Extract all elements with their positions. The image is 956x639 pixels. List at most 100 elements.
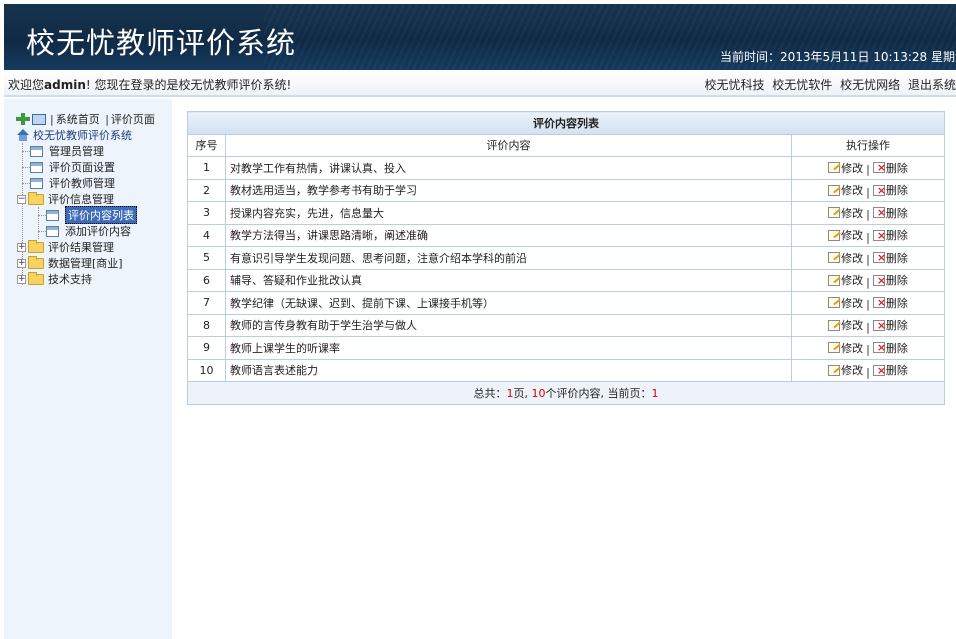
page-icon — [46, 225, 59, 237]
edit-button[interactable]: 修改 — [828, 250, 863, 266]
sidebar-link-eval-page[interactable]: 评价页面 — [111, 111, 155, 127]
sidebar-item-label: 评价内容列表 — [65, 206, 137, 224]
column-header-actions: 执行操作 — [790, 133, 946, 157]
table-row: 9教师上课学生的听课率修改|删除 — [187, 336, 946, 360]
home-icon — [16, 129, 30, 141]
row-content: 辅导、答疑和作业批改认真 — [225, 268, 792, 292]
sidebar: | 系统首页 | 评价页面 校无忧教师评价系统 管理员管理 评价页面设置 评价教… — [4, 99, 172, 639]
edit-icon — [828, 274, 841, 286]
sidebar-item-results[interactable]: + 评价结果管理 — [17, 239, 114, 255]
delete-icon — [872, 319, 886, 331]
sidebar-item-page-settings[interactable]: 评价页面设置 — [30, 159, 115, 175]
link-company[interactable]: 校无忧科技 — [704, 78, 764, 92]
delete-icon — [872, 274, 886, 286]
edit-button[interactable]: 修改 — [828, 362, 863, 378]
sidebar-link-home[interactable]: 系统首页 — [56, 111, 100, 127]
edit-icon — [828, 229, 841, 241]
edit-button[interactable]: 修改 — [828, 295, 863, 311]
link-network[interactable]: 校无忧网络 — [840, 78, 900, 92]
app-title: 校无忧教师评价系统 — [26, 26, 297, 60]
row-number: 10 — [187, 358, 226, 382]
folder-icon — [28, 239, 44, 253]
edit-button[interactable]: 修改 — [828, 272, 863, 288]
delete-button[interactable]: 删除 — [872, 182, 908, 198]
table-row: 2教材选用适当，教学参考书有助于学习修改|删除 — [187, 178, 946, 202]
sidebar-item-label: 管理员管理 — [49, 145, 104, 158]
delete-icon — [872, 162, 886, 173]
table-caption: 评价内容列表 — [186, 111, 946, 135]
tree-root[interactable]: 校无忧教师评价系统 — [16, 127, 132, 143]
sidebar-item-data-mgmt[interactable]: + 数据管理[商业] — [17, 255, 123, 271]
collapse-icon[interactable]: − — [17, 194, 26, 204]
sidebar-item-label: 评价页面设置 — [49, 161, 115, 174]
edit-button[interactable]: 修改 — [828, 182, 863, 198]
row-actions: 修改|删除 — [790, 223, 946, 247]
edit-button[interactable]: 修改 — [828, 160, 863, 176]
top-links: 校无忧科技 校无忧软件 校无忧网络 退出系统 — [700, 76, 956, 93]
delete-button[interactable]: 删除 — [872, 205, 908, 221]
total-pages: 1 — [506, 386, 514, 400]
expand-icon[interactable]: + — [17, 258, 26, 268]
sidebar-item-label: 评价结果管理 — [48, 241, 114, 254]
sidebar-item-label: 添加评价内容 — [65, 225, 131, 238]
row-number: 5 — [187, 246, 226, 270]
delete-button[interactable]: 删除 — [872, 340, 908, 356]
current-time: 当前时间：2013年5月11日 10:13:28 星期六 — [720, 50, 956, 64]
sidebar-item-admin[interactable]: 管理员管理 — [30, 143, 104, 159]
sidebar-item-label: 数据管理[商业] — [48, 257, 123, 270]
row-actions: 修改|删除 — [790, 313, 946, 337]
expand-all-icon[interactable] — [16, 113, 30, 125]
link-software[interactable]: 校无忧软件 — [772, 78, 832, 92]
delete-button[interactable]: 删除 — [872, 160, 908, 176]
welcome-text: 欢迎您admin! 您现在登录的是校无忧教师评价系统! — [8, 76, 291, 93]
row-number: 4 — [187, 223, 226, 247]
row-content: 对教学工作有热情，讲课认真、投入 — [225, 156, 792, 180]
welcome-bar: 欢迎您admin! 您现在登录的是校无忧教师评价系统! 校无忧科技 校无忧软件 … — [4, 70, 956, 97]
delete-button[interactable]: 删除 — [872, 272, 908, 288]
sidebar-item-add-content[interactable]: 添加评价内容 — [46, 223, 131, 239]
column-header-number: 序号 — [187, 133, 226, 157]
expand-icon[interactable]: + — [17, 242, 26, 252]
delete-button[interactable]: 删除 — [872, 317, 908, 333]
row-content: 教师的言传身教有助于学生治学与做人 — [225, 313, 792, 337]
edit-button[interactable]: 修改 — [828, 317, 863, 333]
logout-link[interactable]: 退出系统 — [908, 78, 956, 92]
row-content: 教学纪律（无缺课、迟到、提前下课、上课接手机等） — [225, 291, 792, 315]
column-header-content: 评价内容 — [225, 133, 792, 157]
edit-icon — [828, 184, 841, 196]
folder-open-icon — [28, 191, 44, 205]
row-actions: 修改|删除 — [790, 178, 946, 202]
sidebar-item-eval-info[interactable]: − 评价信息管理 — [17, 191, 114, 207]
edit-button[interactable]: 修改 — [828, 227, 863, 243]
delete-button[interactable]: 删除 — [872, 250, 908, 266]
row-actions: 修改|删除 — [790, 156, 946, 180]
edit-icon — [828, 319, 841, 331]
page-icon — [46, 209, 59, 221]
row-content: 教师上课学生的听课率 — [225, 336, 792, 360]
current-page: 1 — [651, 386, 659, 400]
sidebar-item-support[interactable]: + 技术支持 — [17, 271, 92, 287]
delete-icon — [872, 364, 886, 376]
sidebar-top-links: | 系统首页 | 评价页面 — [16, 111, 155, 127]
sidebar-item-teacher-mgmt[interactable]: 评价教师管理 — [30, 175, 115, 191]
edit-button[interactable]: 修改 — [828, 340, 863, 356]
delete-icon — [872, 229, 886, 241]
sidebar-item-content-list[interactable]: 评价内容列表 — [46, 206, 137, 224]
row-actions: 修改|删除 — [790, 358, 946, 382]
username: admin — [44, 78, 86, 92]
edit-icon — [828, 297, 841, 308]
expand-icon[interactable]: + — [17, 274, 26, 284]
delete-icon — [872, 297, 886, 308]
table-row: 1对教学工作有热情，讲课认真、投入修改|删除 — [187, 156, 946, 180]
evaluation-content-table: 评价内容列表 序号 评价内容 执行操作 1 对教学工作有热情，讲课认真、投入 修改 |… — [186, 111, 946, 405]
delete-button[interactable]: 删除 — [872, 295, 908, 311]
delete-button[interactable]: 删除 — [872, 227, 908, 243]
row-content: 教师语言表述能力 — [225, 358, 792, 382]
edit-button[interactable]: 修改 — [828, 205, 863, 221]
edit-icon — [828, 364, 841, 376]
row-content: 教材选用适当，教学参考书有助于学习 — [225, 178, 792, 202]
row-number: 8 — [187, 313, 226, 337]
row-content: 有意识引导学生发现问题、思考问题，注意介绍本学科的前沿 — [225, 246, 792, 270]
row-actions: 修改|删除 — [790, 268, 946, 292]
delete-button[interactable]: 删除 — [872, 362, 908, 378]
